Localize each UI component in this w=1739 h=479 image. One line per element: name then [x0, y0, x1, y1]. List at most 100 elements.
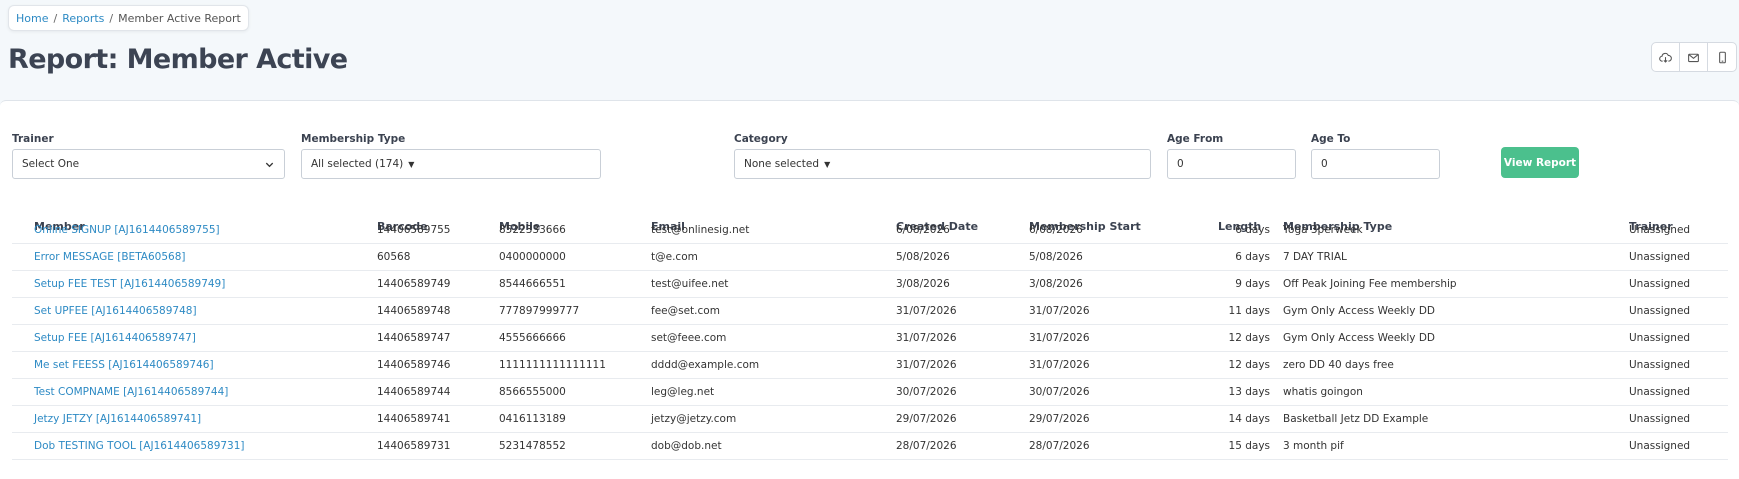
trainer-select[interactable]: Select One — [12, 149, 285, 179]
created-date-cell: 3/08/2026 — [896, 278, 950, 290]
breadcrumb-separator: / — [53, 11, 58, 25]
membership-type-cell: Gym Only Access Weekly DD — [1283, 332, 1435, 344]
age-to-label: Age To — [1311, 133, 1351, 145]
length-cell: 11 days — [1228, 305, 1270, 317]
created-date-cell: 5/08/2026 — [896, 251, 950, 263]
mobile-cell: 0400000000 — [499, 251, 566, 263]
category-select[interactable]: None selected ▼ — [734, 149, 1151, 179]
caret-down-icon: ▼ — [408, 159, 415, 169]
mobile-cell: 1111111111111111 — [499, 359, 606, 371]
table-row: Error MESSAGE [BETA60568] 60568 04000000… — [12, 244, 1728, 271]
view-report-button[interactable]: View Report — [1501, 147, 1579, 178]
barcode-cell: 14406589746 — [377, 359, 451, 371]
table-row: Test COMPNAME [AJ1614406589744] 14406589… — [12, 379, 1728, 406]
member-name-link[interactable]: Dob TESTING TOOL [AJ1614406589731] — [34, 440, 245, 452]
table-row: Online SIGNUP [AJ1614406589755] 14406589… — [12, 217, 1728, 244]
membership-start-cell: 29/07/2026 — [1029, 413, 1090, 425]
envelope-icon — [1688, 53, 1699, 62]
breadcrumb-separator: / — [109, 11, 114, 25]
trainer-cell: Unassigned — [1629, 440, 1691, 452]
trainer-cell: Unassigned — [1629, 332, 1691, 344]
email-cell: fee@set.com — [651, 305, 720, 317]
membership-type-cell: 3 month pif — [1283, 440, 1344, 452]
membership-type-cell: Gym Only Access Weekly DD — [1283, 305, 1435, 317]
member-name-link[interactable]: Online SIGNUP [AJ1614406589755] — [34, 224, 220, 236]
trainer-select-value: Select One — [22, 158, 80, 170]
created-date-cell: 28/07/2026 — [896, 440, 957, 452]
member-name-link[interactable]: Test COMPNAME [AJ1614406589744] — [34, 386, 228, 398]
created-date-cell: 6/08/2026 — [896, 224, 950, 236]
email-cell: test@uifee.net — [651, 278, 729, 290]
barcode-cell: 14406589731 — [377, 440, 451, 452]
age-to-input[interactable]: 0 — [1311, 149, 1440, 179]
membership-type-cell: whatis goingon — [1283, 386, 1363, 398]
table-row: Dob TESTING TOOL [AJ1614406589731] 14406… — [12, 433, 1728, 460]
created-date-cell: 31/07/2026 — [896, 359, 957, 371]
length-cell: 14 days — [1228, 413, 1270, 425]
length-cell: 9 days — [1235, 278, 1270, 290]
member-name-link[interactable]: Setup FEE [AJ1614406589747] — [34, 332, 196, 344]
breadcrumb-home-link[interactable]: Home — [16, 12, 48, 25]
membership-start-cell: 30/07/2026 — [1029, 386, 1090, 398]
trainer-cell: Unassigned — [1629, 413, 1691, 425]
cloud-download-icon — [1659, 52, 1672, 63]
breadcrumb: Home / Reports / Member Active Report — [8, 5, 249, 31]
trainer-cell: Unassigned — [1629, 251, 1691, 263]
table-row: Me set FEESS [AJ1614406589746] 144065897… — [12, 352, 1728, 379]
length-cell: 12 days — [1228, 332, 1270, 344]
age-from-label: Age From — [1167, 133, 1224, 145]
email-cell: leg@leg.net — [651, 386, 715, 398]
member-name-link[interactable]: Me set FEESS [AJ1614406589746] — [34, 359, 214, 371]
email-cell: t@e.com — [651, 251, 698, 263]
member-name-link[interactable]: Jetzy JETZY [AJ1614406589741] — [34, 413, 201, 425]
membership-type-select[interactable]: All selected (174) ▼ — [301, 149, 601, 179]
category-label: Category — [734, 133, 788, 145]
trainer-label: Trainer — [12, 133, 54, 145]
membership-type-cell: Yoga 3perweek — [1283, 224, 1363, 236]
trainer-cell: Unassigned — [1629, 305, 1691, 317]
trainer-cell: Unassigned — [1629, 359, 1691, 371]
breadcrumb-reports-link[interactable]: Reports — [62, 12, 104, 25]
member-name-link[interactable]: Set UPFEE [AJ1614406589748] — [34, 305, 197, 317]
table-row: Jetzy JETZY [AJ1614406589741] 1440658974… — [12, 406, 1728, 433]
email-button[interactable] — [1680, 43, 1708, 71]
membership-type-cell: zero DD 40 days free — [1283, 359, 1394, 371]
table-row: Set UPFEE [AJ1614406589748] 14406589748 … — [12, 298, 1728, 325]
membership-start-cell: 31/07/2026 — [1029, 332, 1090, 344]
length-cell: 12 days — [1228, 359, 1270, 371]
email-cell: dob@dob.net — [651, 440, 722, 452]
mobile-button[interactable] — [1708, 43, 1736, 71]
created-date-cell: 29/07/2026 — [896, 413, 957, 425]
barcode-cell: 14406589749 — [377, 278, 451, 290]
email-cell: test@onlinesig.net — [651, 224, 750, 236]
age-from-value: 0 — [1177, 158, 1184, 170]
mobile-icon — [1718, 51, 1726, 63]
download-button[interactable] — [1652, 43, 1680, 71]
table-row: Setup FEE TEST [AJ1614406589749] 1440658… — [12, 271, 1728, 298]
table-row: Setup FEE [AJ1614406589747] 14406589747 … — [12, 325, 1728, 352]
barcode-cell: 14406589755 — [377, 224, 451, 236]
membership-start-cell: 5/08/2026 — [1029, 251, 1083, 263]
email-cell: set@feee.com — [651, 332, 727, 344]
trainer-cell: Unassigned — [1629, 386, 1691, 398]
length-cell: 6 days — [1235, 224, 1270, 236]
trainer-cell: Unassigned — [1629, 224, 1691, 236]
report-panel: Trainer Select One Membership Type All s… — [0, 100, 1739, 479]
membership-type-select-value: All selected (174) — [311, 158, 404, 170]
mobile-cell: 5231478552 — [499, 440, 566, 452]
email-cell: jetzy@jetzy.com — [651, 413, 737, 425]
chevron-down-icon — [265, 162, 274, 167]
barcode-cell: 14406589747 — [377, 332, 451, 344]
member-name-link[interactable]: Setup FEE TEST [AJ1614406589749] — [34, 278, 225, 290]
membership-start-cell: 6/08/2026 — [1029, 224, 1083, 236]
barcode-cell: 60568 — [377, 251, 411, 263]
membership-start-cell: 28/07/2026 — [1029, 440, 1090, 452]
membership-start-cell: 3/08/2026 — [1029, 278, 1083, 290]
member-name-link[interactable]: Error MESSAGE [BETA60568] — [34, 251, 185, 263]
age-from-input[interactable]: 0 — [1167, 149, 1296, 179]
mobile-cell: 0416113189 — [499, 413, 566, 425]
created-date-cell: 30/07/2026 — [896, 386, 957, 398]
membership-start-cell: 31/07/2026 — [1029, 359, 1090, 371]
mobile-cell: 8566555000 — [499, 386, 566, 398]
created-date-cell: 31/07/2026 — [896, 332, 957, 344]
